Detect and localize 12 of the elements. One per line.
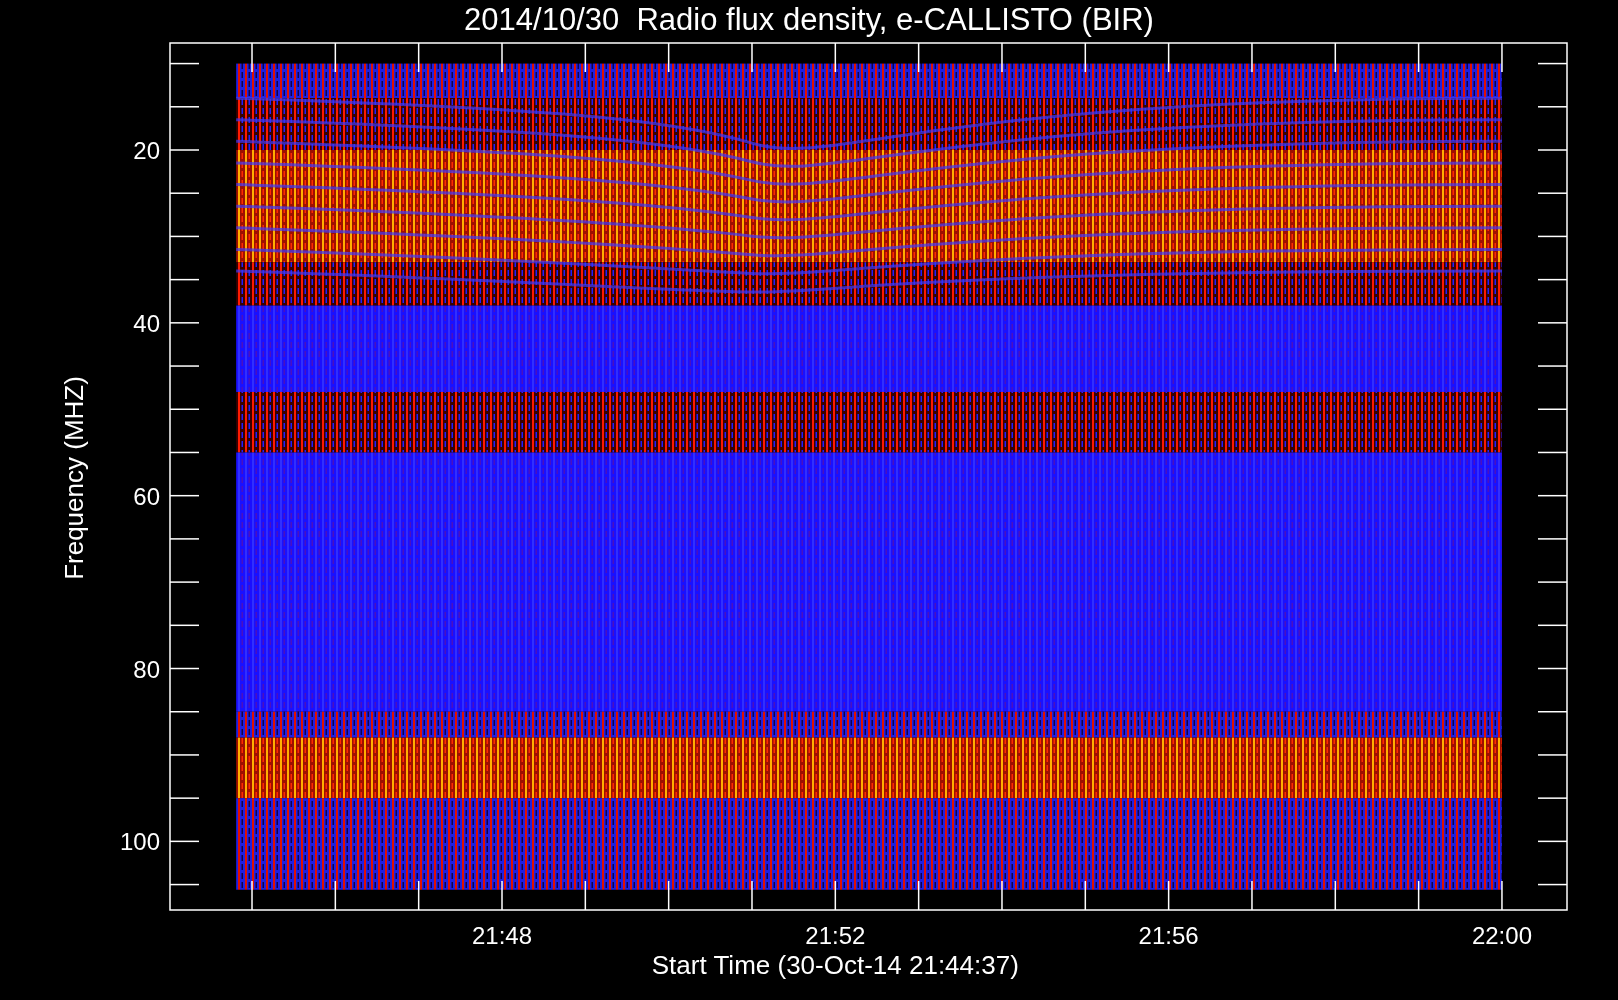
x-tick-label: 21:52 — [805, 922, 866, 949]
y-tick-label: 40 — [133, 309, 160, 337]
y-axis-label: Frequency (MHZ) — [59, 376, 89, 580]
x-tick-label: 21:56 — [1138, 922, 1199, 949]
y-tick-label: 60 — [133, 482, 160, 510]
x-tick-label: 22:00 — [1471, 922, 1532, 949]
x-tick-label: 21:48 — [471, 922, 533, 949]
y-tick-label: 80 — [133, 655, 160, 683]
y-tick-label: 20 — [133, 137, 160, 164]
x-axis-label: Start Time (30-Oct-14 21:44:37) — [651, 950, 1019, 980]
chart-title: 2014/10/30 Radio flux density, e-CALLISTO (BIR) — [464, 2, 1154, 37]
y-tick-label: 100 — [119, 828, 160, 856]
